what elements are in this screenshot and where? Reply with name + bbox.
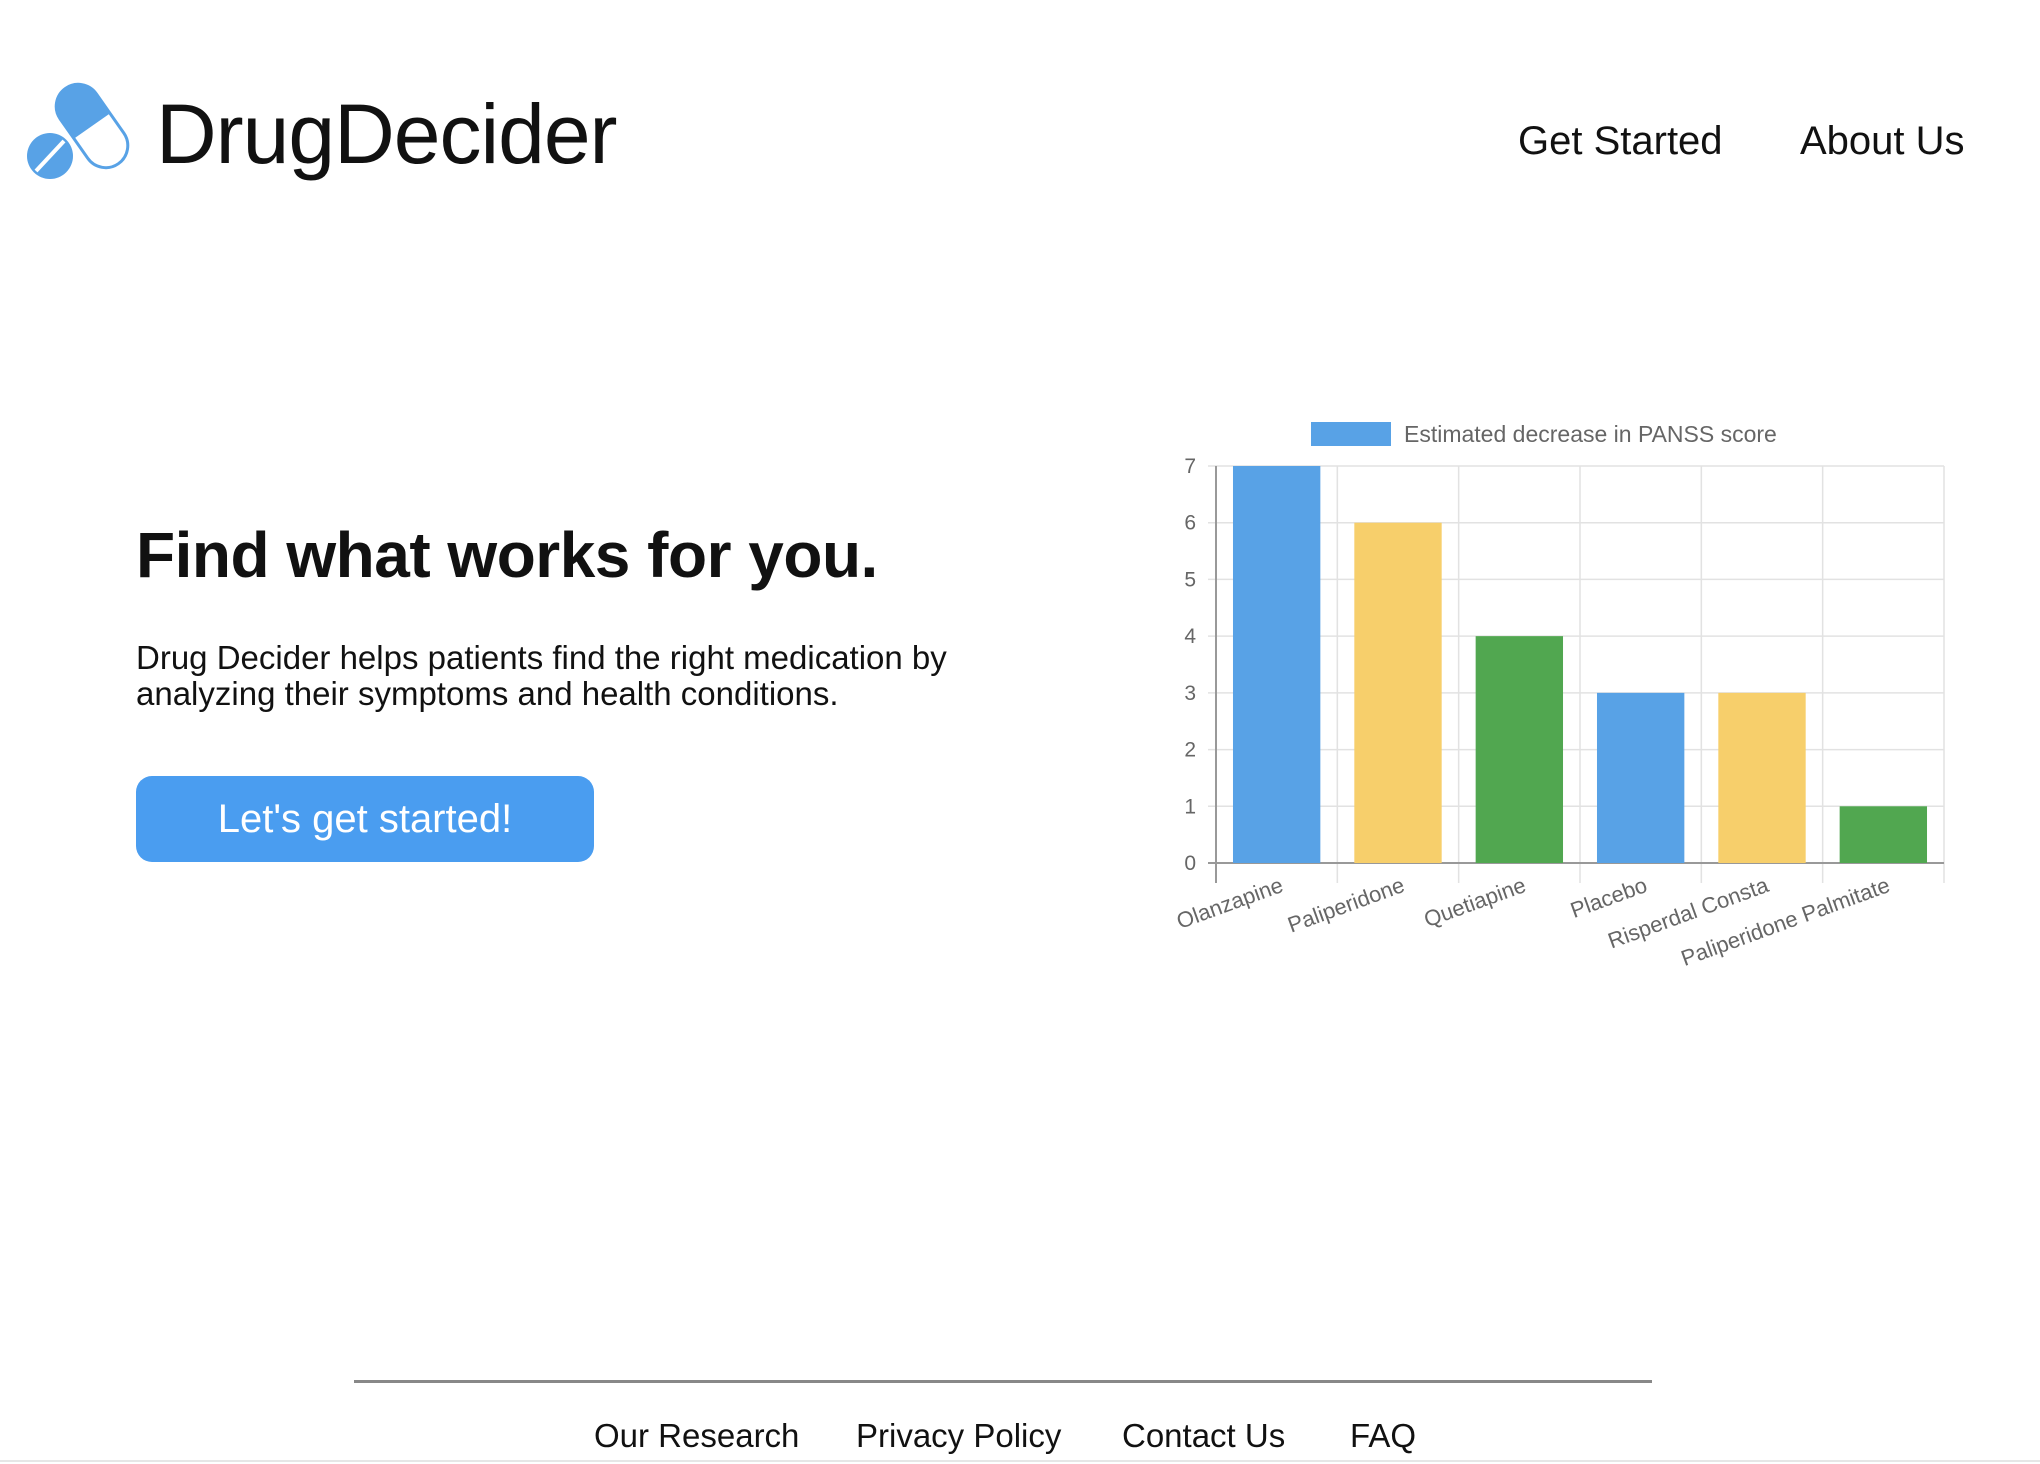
bar-5	[1839, 806, 1928, 863]
footer-link-privacy-policy[interactable]: Privacy Policy	[856, 1412, 1061, 1460]
brand-name: DrugDecider	[156, 87, 618, 181]
footer-link-contact-us[interactable]: Contact Us	[1122, 1412, 1285, 1460]
footer-link-our-research[interactable]: Our Research	[594, 1412, 799, 1460]
site-header: DrugDecider Get Started About Us	[0, 0, 2040, 270]
nav-get-started[interactable]: Get Started	[1518, 112, 1723, 170]
x-tick-label: Paliperidone Palmitate	[1678, 872, 1893, 971]
footer-divider	[354, 1380, 1652, 1383]
y-tick-label: 0	[1184, 852, 1196, 875]
legend-swatch	[1311, 422, 1391, 446]
bar-1	[1354, 522, 1442, 863]
y-tick-label: 3	[1184, 682, 1196, 705]
y-tick-label: 2	[1184, 739, 1196, 762]
y-tick-label: 6	[1184, 512, 1196, 535]
y-tick-label: 4	[1184, 625, 1196, 648]
hero-title: Find what works for you.	[136, 519, 878, 591]
footer-link-faq[interactable]: FAQ	[1350, 1412, 1416, 1460]
y-tick-label: 5	[1184, 568, 1196, 591]
y-tick-label: 1	[1184, 795, 1196, 818]
y-tick-label: 7	[1184, 455, 1196, 478]
hero-description: Drug Decider helps patients find the rig…	[136, 639, 947, 712]
bar-4	[1718, 692, 1806, 863]
get-started-button[interactable]: Let's get started!	[136, 776, 594, 862]
page-bottom-edge	[0, 1460, 2040, 1462]
x-tick-label: Quetiapine	[1420, 872, 1529, 932]
x-tick-label: Olanzapine	[1173, 872, 1286, 934]
panss-bar-chart: 0 1 2 3 4 5 6 7 OlanzapinePaliperidone Quetiapine…	[1173, 421, 1945, 971]
x-tick-label: Paliperidone	[1284, 872, 1407, 937]
bar-2	[1475, 636, 1564, 863]
bar-0	[1232, 466, 1321, 863]
bar-3	[1596, 692, 1685, 863]
pill-logo-icon	[27, 82, 130, 179]
nav-about-us[interactable]: About Us	[1800, 112, 1965, 170]
legend-label: Estimated decrease in PANSS score	[1404, 421, 1777, 447]
